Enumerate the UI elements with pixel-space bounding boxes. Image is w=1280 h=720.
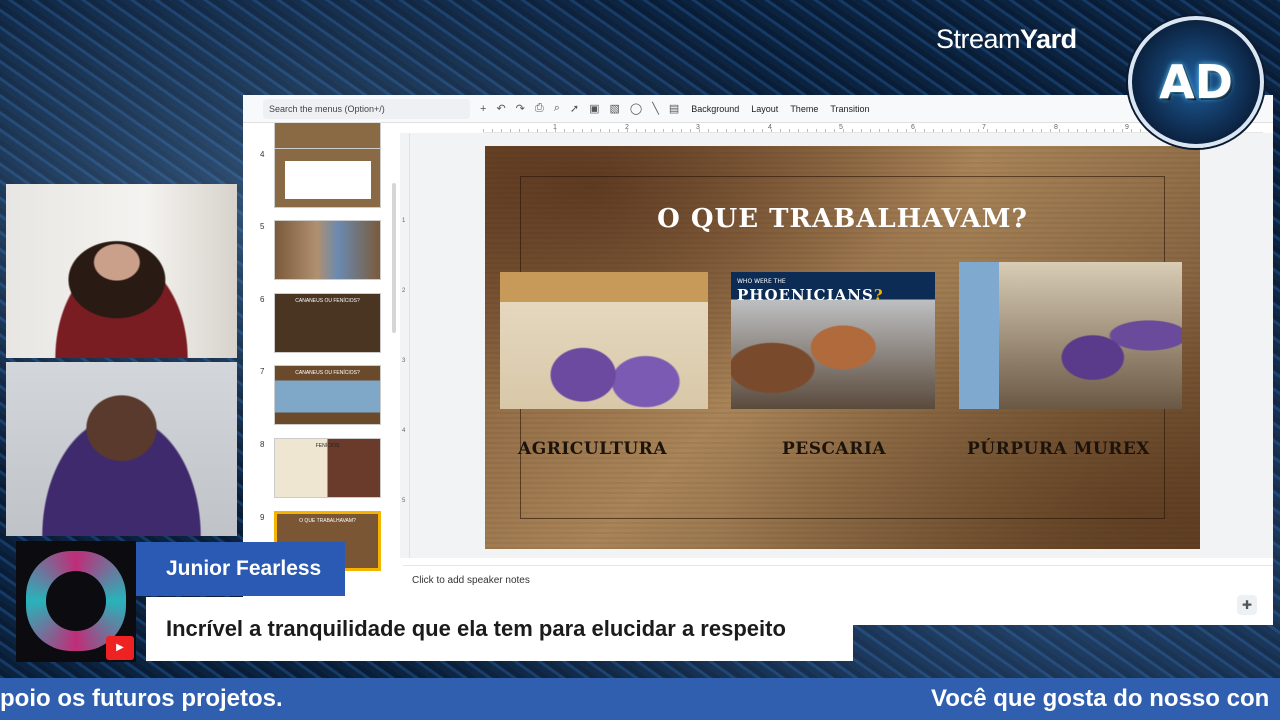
thumbnail-number: 8 xyxy=(260,440,265,449)
thumbnail-number: 5 xyxy=(260,222,265,231)
slide-title[interactable]: O QUE TRABALHAVAM? xyxy=(485,204,1200,234)
youtube-icon: ▶ xyxy=(106,636,134,660)
channel-logo: AD xyxy=(1128,16,1264,148)
thumbnail-number: 9 xyxy=(260,513,265,522)
slides-editor: Search the menus (Option+/) + ↶ ↷ ⎙ ⌕ ➚ … xyxy=(243,95,1273,625)
theme-button[interactable]: Theme xyxy=(790,104,818,114)
purple-murex-image[interactable] xyxy=(959,262,1182,409)
streamyard-watermark: StreamYard xyxy=(936,24,1077,54)
ticker-bar: poio os futuros projetos. Você que gosta… xyxy=(0,678,1280,720)
thumbnail-row[interactable]: 4 xyxy=(243,148,400,212)
thumbnail-scrollbar[interactable] xyxy=(392,183,396,333)
redo-icon[interactable]: ↷ xyxy=(516,102,525,115)
print-icon[interactable]: ⎙ xyxy=(535,102,544,115)
thumbnail-title: CANANEUS OU FENÍCIOS? xyxy=(295,370,360,376)
ruler-mark: 3 xyxy=(402,358,406,364)
phoenicians-image[interactable]: WHO WERE THE PHOENICIANS? xyxy=(731,272,935,409)
new-slide-icon[interactable]: + xyxy=(480,103,486,115)
thumbnail-title: FENÍCIOS xyxy=(315,443,340,449)
vertical-ruler: 1 2 3 4 5 xyxy=(400,133,410,558)
current-slide[interactable]: O QUE TRABALHAVAM? WHO WERE THE PHOENICI… xyxy=(485,146,1200,549)
thumbnail-number: 6 xyxy=(260,295,265,304)
layout-button[interactable]: Layout xyxy=(751,104,778,114)
thumbnail-row[interactable]: 7 CANANEUS OU FENÍCIOS? xyxy=(243,365,400,429)
zoom-icon[interactable]: ⌕ xyxy=(554,102,560,115)
slide-thumbnail[interactable]: CANANEUS OU FENÍCIOS? xyxy=(274,365,381,425)
slides-toolbar: Search the menus (Option+/) + ↶ ↷ ⎙ ⌕ ➚ … xyxy=(243,95,1273,123)
commenter-name: Junior Fearless xyxy=(136,542,345,596)
thumbnail-title: CANANEUS OU FENÍCIOS? xyxy=(295,298,360,304)
image-caption: WHO WERE THE xyxy=(737,278,786,285)
background-button[interactable]: Background xyxy=(691,104,739,114)
ruler-mark: 2 xyxy=(402,288,406,294)
slide-canvas: O QUE TRABALHAVAM? WHO WERE THE PHOENICI… xyxy=(410,133,1273,558)
textbox-icon[interactable]: ▣ xyxy=(589,102,599,115)
thumbnail-number: 4 xyxy=(260,150,265,159)
participant-video-2 xyxy=(6,362,237,536)
ticker-text-left: poio os futuros projetos. xyxy=(0,685,283,712)
line-icon[interactable]: ╲ xyxy=(652,102,659,115)
select-icon[interactable]: ➚ xyxy=(570,102,579,115)
slide-thumbnail[interactable] xyxy=(274,220,381,280)
comment-message: Incrível a tranquilidade que ela tem par… xyxy=(146,597,853,661)
label-purpura-murex[interactable]: PÚRPURA MUREX xyxy=(967,439,1150,459)
agriculture-image[interactable] xyxy=(500,272,708,409)
ticker-text-right: Você que gosta do nosso con xyxy=(931,685,1270,712)
shape-icon[interactable]: ◯ xyxy=(630,102,642,115)
label-agricultura[interactable]: AGRICULTURA xyxy=(518,439,667,459)
thumbnail-diagram xyxy=(285,161,371,199)
lion-face xyxy=(46,571,106,631)
participant-video-1 xyxy=(6,184,237,358)
undo-icon[interactable]: ↶ xyxy=(496,102,505,115)
transition-button[interactable]: Transition xyxy=(830,104,869,114)
menu-search-input[interactable]: Search the menus (Option+/) xyxy=(263,98,470,119)
speaker-notes-field[interactable]: Click to add speaker notes xyxy=(412,575,530,586)
image-icon[interactable]: ▧ xyxy=(609,102,619,115)
explore-icon[interactable]: ✚ xyxy=(1237,595,1257,615)
ruler-mark: 1 xyxy=(402,218,406,224)
notes-divider xyxy=(403,565,1273,566)
slide-thumbnail[interactable]: CANANEUS OU FENÍCIOS? xyxy=(274,293,381,353)
thumbnail-number: 7 xyxy=(260,367,265,376)
thumbnail-row[interactable]: 6 CANANEUS OU FENÍCIOS? xyxy=(243,293,400,357)
ruler-mark: 5 xyxy=(402,498,406,504)
slide-thumbnail[interactable] xyxy=(274,148,381,208)
ruler-mark: 4 xyxy=(402,428,406,434)
label-pescaria[interactable]: PESCARIA xyxy=(782,439,886,459)
thumbnail-title: O QUE TRABALHAVAM? xyxy=(299,518,356,524)
image-title: PHOENICIANS? xyxy=(737,286,884,304)
thumbnail-row[interactable]: 5 xyxy=(243,220,400,284)
slide-thumbnail[interactable]: FENÍCIOS xyxy=(274,438,381,498)
thumbnail-row[interactable]: 8 FENÍCIOS xyxy=(243,438,400,502)
slide-thumbnails-panel: 4 5 6 CANANEUS OU FENÍCIOS? 7 CANANEUS O… xyxy=(243,123,400,589)
comment-icon[interactable]: ▤ xyxy=(669,102,679,115)
ruler-ticks xyxy=(483,129,1243,132)
